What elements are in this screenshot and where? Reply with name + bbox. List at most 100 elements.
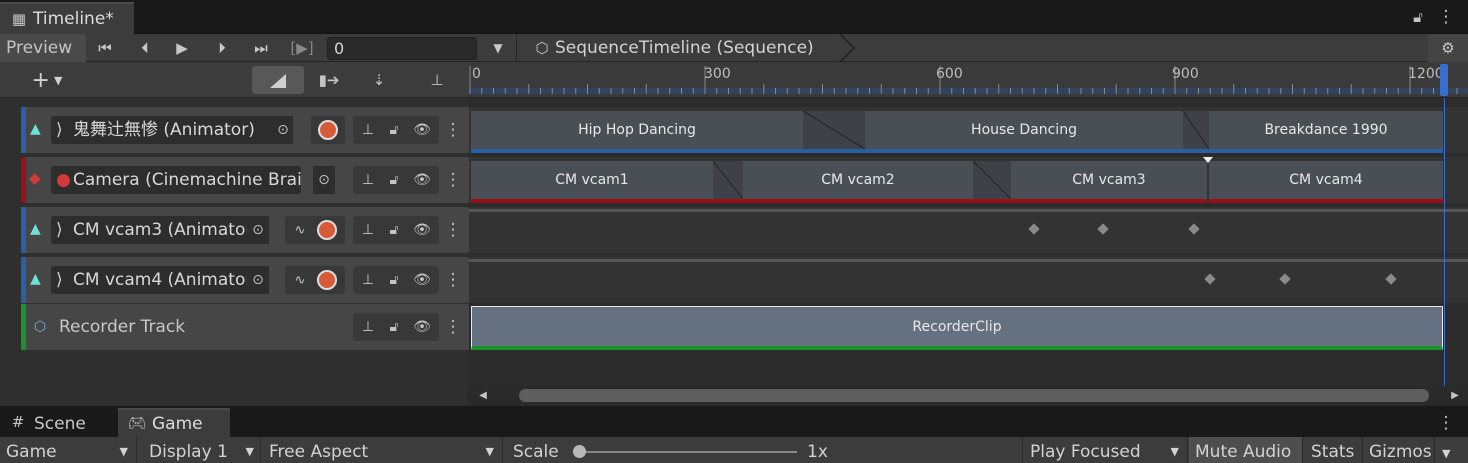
track-state-buttons: ⊥ 🔓︎ 👁︎ [353, 313, 439, 341]
clip[interactable]: CM vcam2 [743, 161, 973, 203]
kebab-menu-icon[interactable]: ⋮ [445, 266, 462, 294]
play-range-icon[interactable]: [▶] [285, 34, 319, 62]
game-view-dropdown[interactable]: Game ▼ [0, 437, 137, 463]
mix-mode-button[interactable] [252, 66, 304, 94]
eye-icon[interactable]: 👁︎ [409, 266, 435, 294]
clip[interactable]: House Dancing [865, 111, 1183, 153]
track-color-stripe [21, 257, 26, 303]
next-frame-icon[interactable]: ⏵ [207, 34, 237, 62]
lock-icon[interactable]: 🔓︎ [383, 266, 405, 294]
stats-toggle[interactable]: Stats [1305, 437, 1363, 463]
track-color-stripe [21, 157, 26, 203]
curves-icon[interactable]: ∿ [289, 266, 311, 294]
kebab-menu-icon[interactable]: ⋮ [445, 116, 462, 144]
eye-icon[interactable]: 👁︎ [409, 216, 435, 244]
clip[interactable]: Hip Hop Dancing [471, 111, 803, 153]
aspect-dropdown[interactable]: Free Aspect ▼ [263, 437, 503, 463]
track-color-stripe [21, 107, 26, 153]
add-track-button[interactable]: + ▼ [21, 66, 73, 94]
pin-icon[interactable]: ⊥ [420, 66, 454, 94]
pin-icon[interactable]: ⊥ [357, 266, 379, 294]
goto-start-icon[interactable]: ⏮ [90, 34, 120, 62]
previous-frame-icon[interactable]: ⏴ [130, 34, 160, 62]
kebab-menu-icon[interactable]: ⋮ [1437, 6, 1455, 28]
preview-button[interactable]: Preview [0, 34, 86, 62]
kebab-menu-icon[interactable]: ⋮ [445, 216, 462, 244]
eye-icon[interactable]: 👁︎ [409, 116, 435, 144]
target-icon[interactable]: ⊙ [247, 216, 269, 244]
track-animator-vcam4[interactable]: ▲ ⟩ CM vcam4 (Animator) ⊙ ∿ ⊥ 🔓︎ 👁︎ ⋮ [21, 257, 469, 303]
tab-scene[interactable]: # Scene [0, 408, 115, 437]
tab-game[interactable]: 🎮︎ Game [118, 408, 230, 437]
keyframe[interactable] [1188, 223, 1200, 235]
kebab-menu-icon[interactable]: ⋮ [445, 313, 462, 341]
time-ruler[interactable]: 0 300 600 900 1200 [468, 62, 1468, 98]
curves-icon[interactable]: ∿ [289, 216, 311, 244]
settings-gear-icon[interactable]: ⚙ [1428, 34, 1468, 62]
clip[interactable]: CM vcam3 [1011, 161, 1207, 203]
scroll-left-icon[interactable]: ◀ [477, 388, 489, 403]
target-icon[interactable]: ⊙ [273, 116, 293, 144]
sequence-breadcrumb[interactable]: SequenceTimeline (Sequence) [555, 38, 814, 58]
track-recorder[interactable]: ⬡ Recorder Track ⊥ 🔓︎ 👁︎ ⋮ [21, 304, 469, 350]
ripple-mode-icon[interactable]: ▮➔ [312, 66, 346, 94]
clip[interactable]: CM vcam4 [1209, 161, 1443, 203]
play-icon[interactable]: ▶ [166, 34, 198, 62]
replace-mode-icon[interactable]: ⇣ [362, 66, 396, 94]
lock-icon[interactable]: 🔓︎ [383, 216, 405, 244]
gizmos-toggle[interactable]: Gizmos [1363, 437, 1435, 463]
track-binding-field[interactable]: ⟩ CM vcam4 (Animator) [51, 266, 269, 294]
clip[interactable]: Breakdance 1990 [1209, 111, 1443, 153]
dropdown-label: Play Focused [1030, 442, 1141, 462]
keyframe[interactable] [1204, 273, 1216, 285]
pin-icon[interactable]: ⊥ [357, 216, 379, 244]
end-marker[interactable] [1440, 64, 1448, 96]
lock-icon[interactable]: 🔓︎ [383, 313, 405, 341]
gamepad-icon: 🎮︎ [127, 414, 147, 432]
pin-icon[interactable]: ⊥ [357, 166, 379, 194]
lock-icon[interactable]: 🔓︎ [383, 116, 405, 144]
record-icon[interactable] [317, 270, 337, 290]
window-title: Timeline* [33, 9, 114, 29]
gizmos-dropdown[interactable]: ▼ [1436, 437, 1468, 463]
frame-format-dropdown-icon[interactable]: ▼ [484, 34, 512, 62]
frame-input[interactable]: 0 [327, 37, 477, 60]
lock-icon[interactable]: 🔓︎ [383, 166, 405, 194]
eye-icon[interactable]: 👁︎ [409, 313, 435, 341]
keyframe[interactable] [1028, 223, 1040, 235]
pin-icon[interactable]: ⊥ [357, 313, 379, 341]
keyframe[interactable] [1279, 273, 1291, 285]
eye-icon[interactable]: 👁︎ [409, 166, 435, 194]
track-binding-field[interactable]: ⟩ 鬼舞辻無惨 (Animator) [51, 116, 293, 144]
target-icon[interactable]: ⊙ [247, 266, 269, 294]
display-dropdown[interactable]: Display 1 ▼ [143, 437, 261, 463]
record-button[interactable] [311, 116, 345, 144]
track-state-buttons: ⊥ 🔓︎ 👁︎ [353, 216, 439, 244]
keyframe[interactable] [1385, 273, 1397, 285]
track-binding-field[interactable]: ⟩ CM vcam3 (Animator) [51, 216, 269, 244]
recorder-clip[interactable]: RecorderClip [471, 306, 1443, 350]
track-state-buttons: ⊥ 🔓︎ 👁︎ [353, 266, 439, 294]
keyframe[interactable] [1097, 223, 1109, 235]
kebab-menu-icon[interactable]: ⋮ [445, 166, 462, 194]
track-cinemachine[interactable]: ◆ ● Camera (Cinemachine Brain) ⊙ ⊥ 🔓︎ 👁︎ … [21, 157, 469, 203]
play-mode-dropdown[interactable]: Play Focused ▼ [1024, 437, 1188, 463]
lane-recorder: RecorderClip [469, 304, 1468, 350]
track-binding-field[interactable]: ● Camera (Cinemachine Brain) [51, 166, 301, 194]
mute-audio-toggle[interactable]: Mute Audio [1189, 437, 1303, 463]
track-animator-vcam3[interactable]: ▲ ⟩ CM vcam3 (Animator) ⊙ ∿ ⊥ 🔓︎ 👁︎ ⋮ [21, 207, 469, 253]
lock-icon[interactable]: 🔓︎ [1409, 6, 1427, 28]
target-icon[interactable]: ⊙ [313, 166, 335, 194]
scroll-right-icon[interactable]: ▶ [1449, 388, 1461, 403]
kebab-menu-icon[interactable]: ⋮ [1437, 412, 1455, 434]
scale-slider-thumb[interactable] [573, 445, 586, 458]
scrollbar-thumb[interactable] [519, 389, 1429, 402]
goto-end-icon[interactable]: ⏭ [245, 34, 277, 62]
scale-slider-track[interactable] [579, 451, 797, 453]
timeline-window-tab[interactable]: ▦ Timeline* [0, 2, 134, 34]
clip[interactable]: CM vcam1 [471, 161, 713, 203]
track-animator-1[interactable]: ▲ ⟩ 鬼舞辻無惨 (Animator) ⊙ ⊥ 🔓︎ 👁︎ ⋮ [21, 107, 469, 153]
pin-icon[interactable]: ⊥ [357, 116, 379, 144]
horizontal-scrollbar[interactable]: ◀ ▶ [469, 386, 1468, 405]
record-icon[interactable] [317, 220, 337, 240]
